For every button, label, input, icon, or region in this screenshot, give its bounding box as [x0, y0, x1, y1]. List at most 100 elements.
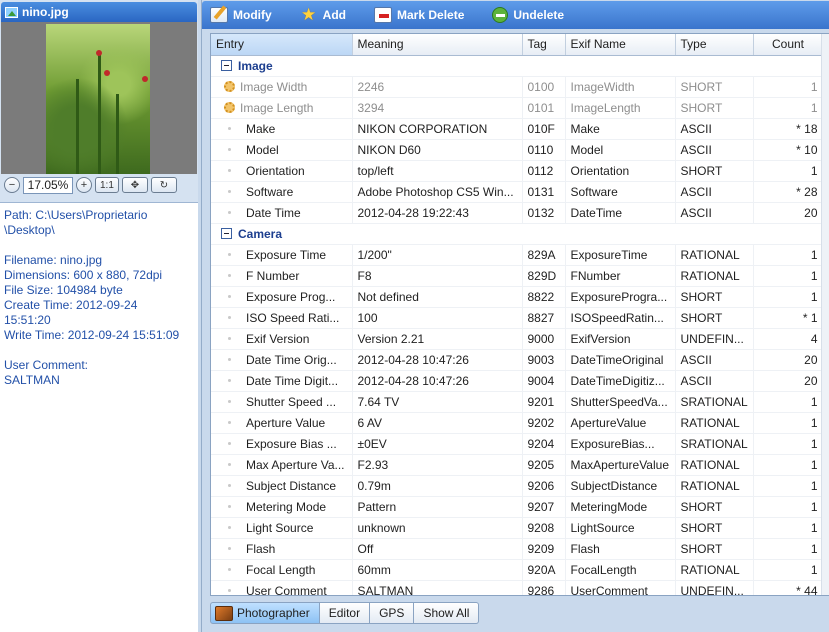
- tab-editor[interactable]: Editor: [319, 602, 371, 624]
- cell-exif-name: Flash: [565, 538, 676, 560]
- zoom-out-button[interactable]: −: [4, 177, 20, 193]
- actual-size-button[interactable]: 1:1: [95, 177, 119, 193]
- cell-exif-name: Software: [565, 181, 676, 203]
- cell-exif-name: DateTimeOriginal: [565, 349, 676, 371]
- exif-grid[interactable]: Entry Meaning Tag Exif Name Type Count I…: [210, 33, 829, 596]
- cell-exif-name: ExifVersion: [565, 328, 676, 350]
- cell-count: * 44: [753, 580, 824, 595]
- cell-type: SHORT: [675, 496, 754, 518]
- table-row[interactable]: ISO Speed Rati... 100 8827 ISOSpeedRatin...…: [211, 307, 824, 329]
- table-row[interactable]: Date Time Orig... 2012-04-28 10:47:26 9003…: [211, 349, 824, 371]
- table-row[interactable]: Subject Distance 0.79m 9206 SubjectDistance…: [211, 475, 824, 497]
- column-header-exif-name[interactable]: Exif Name: [565, 34, 676, 56]
- table-row[interactable]: Light Source unknown 9208 LightSource SHORT 1: [211, 517, 824, 539]
- tab-gps[interactable]: GPS: [370, 602, 415, 624]
- cell-exif-name: DateTimeDigitiz...: [565, 370, 676, 392]
- cell-count: * 1: [753, 307, 824, 329]
- info-file-size: File Size: 104984 byte: [4, 283, 123, 297]
- table-row[interactable]: Image Length 3294 0101 ImageLength SHORT 1: [211, 97, 824, 119]
- entry-label: Exposure Time: [246, 247, 327, 262]
- table-row[interactable]: Software Adobe Photoshop CS5 Win... 0131 So…: [211, 181, 824, 203]
- cell-entry: Software: [211, 181, 353, 203]
- modify-button[interactable]: Modify: [210, 7, 272, 23]
- vertical-scrollbar[interactable]: [821, 34, 829, 595]
- table-row[interactable]: Image Width 2246 0100 ImageWidth SHORT 1: [211, 76, 824, 98]
- group-row-camera[interactable]: Camera: [211, 223, 823, 245]
- cell-type: SHORT: [675, 97, 754, 119]
- table-row[interactable]: Aperture Value 6 AV 9202 ApertureValue RATIO…: [211, 412, 824, 434]
- table-row[interactable]: Exposure Bias ... ±0EV 9204 ExposureBias...…: [211, 433, 824, 455]
- cell-tag: 829A: [522, 244, 566, 266]
- tab-photographer[interactable]: Photographer: [210, 602, 320, 624]
- cell-tag: 9209: [522, 538, 566, 560]
- table-row[interactable]: Exposure Prog... Not defined 8822 ExposureP…: [211, 286, 824, 308]
- table-row[interactable]: User Comment SALTMAN 9286 UserComment UNDEFI…: [211, 580, 824, 595]
- cell-count: 1: [753, 433, 824, 455]
- table-row[interactable]: Exposure Time 1/200" 829A ExposureTime RATIO…: [211, 244, 824, 266]
- rotate-icon[interactable]: ↻: [150, 177, 177, 193]
- table-row[interactable]: Date Time Digit... 2012-04-28 10:47:26 900…: [211, 370, 824, 392]
- column-header-count[interactable]: Count: [753, 34, 824, 56]
- cell-type: UNDEFIN...: [675, 580, 754, 595]
- group-row-image[interactable]: Image: [211, 55, 823, 77]
- column-header-tag[interactable]: Tag: [522, 34, 566, 56]
- cell-type: ASCII: [675, 349, 754, 371]
- tab-show-all[interactable]: Show All: [414, 602, 480, 624]
- entry-label: Max Aperture Va...: [246, 457, 345, 472]
- mark-delete-label: Mark Delete: [397, 8, 465, 22]
- cell-exif-name: ImageWidth: [565, 76, 676, 98]
- cell-exif-name: LightSource: [565, 517, 676, 539]
- bullet-icon: [228, 483, 231, 487]
- cell-count: * 28: [753, 181, 824, 203]
- bullet-icon: [228, 441, 231, 445]
- table-row[interactable]: Flash Off 9209 Flash SHORT 1: [211, 538, 824, 560]
- column-header-meaning[interactable]: Meaning: [352, 34, 523, 56]
- mark-delete-button[interactable]: Mark Delete: [374, 7, 464, 23]
- cell-meaning: unknown: [352, 517, 523, 539]
- info-filename: Filename: nino.jpg: [4, 253, 103, 267]
- bullet-icon: [228, 567, 231, 571]
- info-dimensions: Dimensions: 600 x 880, 72dpi: [4, 268, 163, 282]
- cell-type: RATIONAL: [675, 244, 754, 266]
- collapse-icon[interactable]: [221, 59, 232, 71]
- cell-entry: Max Aperture Va...: [211, 454, 353, 476]
- group-label: Image: [238, 58, 273, 73]
- table-row[interactable]: Exif Version Version 2.21 9000 ExifVersion U…: [211, 328, 824, 350]
- bullet-icon: [228, 357, 231, 361]
- cell-meaning: 2012-04-28 19:22:43: [352, 202, 523, 224]
- cell-entry: Exposure Time: [211, 244, 353, 266]
- table-row[interactable]: Make NIKON CORPORATION 010F Make ASCII * 18: [211, 118, 824, 140]
- cell-tag: 9207: [522, 496, 566, 518]
- thumbnail-preview[interactable]: [1, 22, 197, 174]
- zoom-level-field[interactable]: 17.05%: [23, 176, 73, 194]
- cell-meaning: 2012-04-28 10:47:26: [352, 370, 523, 392]
- cell-count: 1: [753, 454, 824, 476]
- table-row[interactable]: F Number F8 829D FNumber RATIONAL 1: [211, 265, 824, 287]
- table-row[interactable]: Max Aperture Va... F2.93 9205 MaxApertureVa…: [211, 454, 824, 476]
- cell-count: 1: [753, 559, 824, 581]
- cell-exif-name: ApertureValue: [565, 412, 676, 434]
- cell-tag: 9204: [522, 433, 566, 455]
- bullet-icon: [228, 336, 231, 340]
- table-row[interactable]: Focal Length 60mm 920A FocalLength RATIONAL 1: [211, 559, 824, 581]
- bullet-icon: [228, 504, 231, 508]
- table-row[interactable]: Date Time 2012-04-28 19:22:43 0132 DateTime…: [211, 202, 824, 224]
- undelete-button[interactable]: Undelete: [492, 7, 564, 23]
- cell-entry: F Number: [211, 265, 353, 287]
- collapse-icon[interactable]: [221, 227, 232, 239]
- table-row[interactable]: Orientation top/left 0112 Orientation SHORT 1: [211, 160, 824, 182]
- table-row[interactable]: Shutter Speed ... 7.64 TV 9201 ShutterSpeed…: [211, 391, 824, 413]
- table-row[interactable]: Model NIKON D60 0110 Model ASCII * 10: [211, 139, 824, 161]
- column-header-type[interactable]: Type: [675, 34, 754, 56]
- column-header-entry[interactable]: Entry: [211, 34, 353, 56]
- cell-entry: Aperture Value: [211, 412, 353, 434]
- cell-tag: 9003: [522, 349, 566, 371]
- photographer-icon: [215, 605, 233, 621]
- entry-label: Shutter Speed ...: [246, 394, 337, 409]
- entry-label: Light Source: [246, 520, 314, 535]
- add-button[interactable]: ★ Add: [300, 6, 346, 23]
- table-row[interactable]: Metering Mode Pattern 9207 MeteringMode SHOR…: [211, 496, 824, 518]
- zoom-in-button[interactable]: +: [76, 177, 92, 193]
- fit-to-window-icon[interactable]: ✥: [121, 177, 148, 193]
- cell-meaning: SALTMAN: [352, 580, 523, 595]
